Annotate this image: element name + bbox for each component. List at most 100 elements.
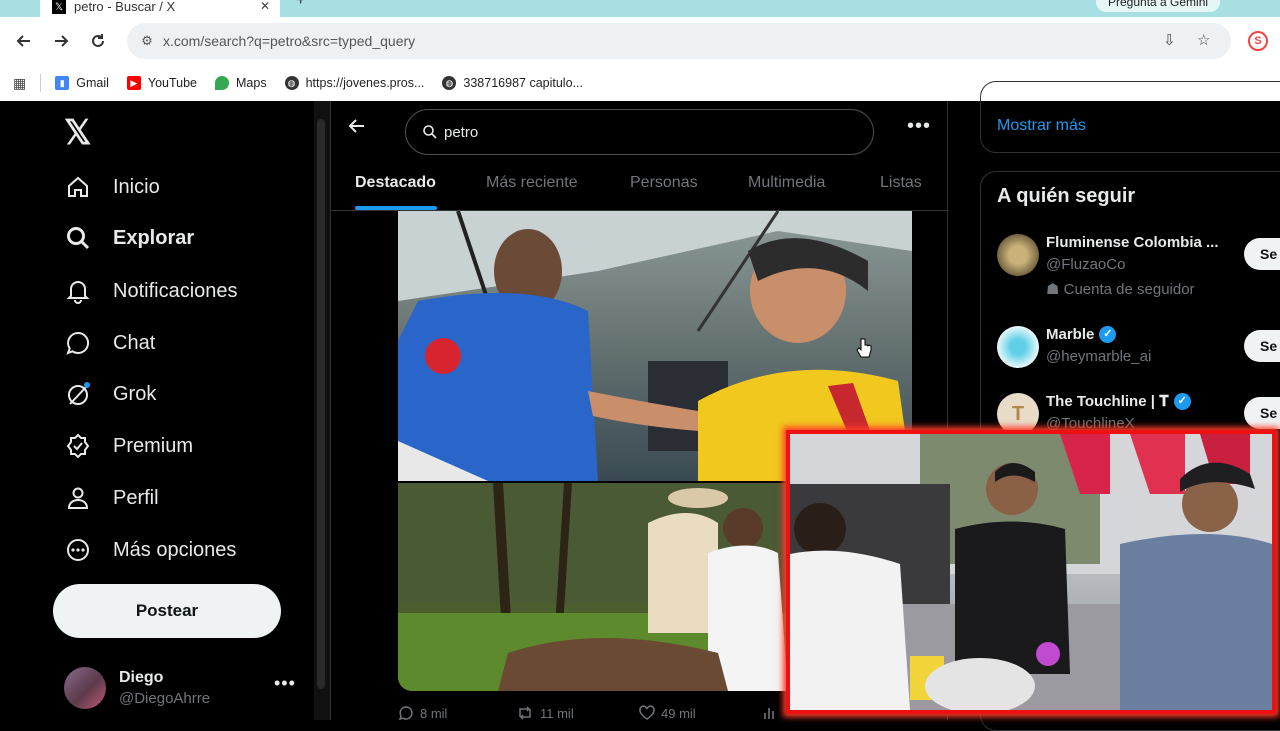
gmail-icon: ▮ [55,76,70,90]
back-icon[interactable] [12,29,36,53]
reply-icon [398,706,413,721]
bookmarks-divider [40,74,42,92]
nav-item-perfil[interactable]: Perfil [64,478,159,518]
webcam-feed [790,434,1272,710]
post-button-label: Postear [135,601,199,620]
bookmark-label: YouTube [147,76,198,90]
reload-icon[interactable] [86,29,110,53]
views-icon [764,708,774,719]
webcam-overlay [786,430,1276,714]
bookmark-maps[interactable]: Maps [215,76,267,90]
fan-account-icon: ☗ [1046,281,1064,298]
tab-close-icon[interactable]: ✕ [260,0,270,13]
account-name: The Touchline | 𝐓 [1046,393,1169,410]
follow-button[interactable]: Se [1244,238,1280,270]
repost-button[interactable]: 11 mil [516,705,574,721]
search-input[interactable]: petro [405,109,874,155]
tab-mas-reciente[interactable]: Más reciente [486,174,578,192]
account-switcher[interactable]: Diego @DiegoAhrre ••• [64,667,304,711]
gemini-button[interactable]: Pregunta a Gemini [1096,0,1221,12]
nav-item-explorar[interactable]: Explorar [64,218,194,258]
tab-multimedia[interactable]: Multimedia [748,174,825,192]
search-query: petro [444,123,479,141]
bookmark-label: https://jovenes.pros... [305,76,425,90]
account-name-row: The Touchline | 𝐓 ✓ [1046,393,1191,410]
search-more-icon[interactable]: ••• [907,115,931,138]
who-to-follow-title: A quién seguir [997,185,1136,207]
like-button[interactable]: 49 mil [639,705,696,721]
address-bar[interactable]: ⚙ x.com/search?q=petro&src=typed_query ⇩… [127,23,1231,59]
bookmark-label: Maps [236,76,267,90]
forward-icon[interactable] [49,29,73,53]
account-handle: @FluzaoCo [1046,256,1126,273]
nav-item-notificaciones[interactable]: Notificaciones [64,271,238,311]
tab-listas[interactable]: Listas [880,174,922,192]
account-note-text: Cuenta de seguidor [1063,281,1195,298]
youtube-icon: ▶ [126,76,141,90]
site-info-icon[interactable]: ⚙ [137,33,157,49]
nav-item-premium[interactable]: Premium [64,426,193,466]
bookmark-label: 338716987 capitulo... [463,76,583,90]
extension-icon[interactable]: S [1248,31,1268,51]
new-tab-icon[interactable]: + [296,0,305,10]
globe-icon: ◍ [284,76,299,90]
verified-badge-icon: ✓ [1099,326,1117,343]
avatar [997,234,1039,276]
browser-tabstrip: 𝕏 petro - Buscar / X ✕ + Pregunta a Gemi… [0,0,1280,17]
active-tab-indicator [355,206,437,210]
account-handle: @heymarble_ai [1046,348,1152,365]
nav-item-chat[interactable]: Chat [64,323,155,363]
browser-tab[interactable]: 𝕏 petro - Buscar / X ✕ [40,0,280,17]
account-name: Fluminense Colombia ... [1046,234,1219,251]
search-icon [64,224,92,252]
nav-label: Chat [113,331,156,354]
nav-item-grok[interactable]: Grok [64,374,156,414]
follow-button[interactable]: Se [1244,330,1280,362]
nav-item-inicio[interactable]: Inicio [64,167,160,207]
user-handle: @DiegoAhrre [119,690,211,707]
bookmark-jovenes[interactable]: ◍ https://jovenes.pros... [284,76,425,90]
nav-label: Perfil [113,486,159,509]
views-button[interactable] [762,705,784,721]
apps-grid-icon[interactable]: ▦ [13,75,26,92]
repost-count: 11 mil [540,705,574,721]
nav-label: Más opciones [113,538,237,561]
back-arrow-icon[interactable] [348,117,366,141]
bookmark-youtube[interactable]: ▶ YouTube [126,76,198,90]
post-button[interactable]: Postear [53,584,281,638]
reply-button[interactable]: 8 mil [398,705,447,721]
bookmark-capitulo[interactable]: ◍ 338716987 capitulo... [442,76,583,90]
bookmark-gmail[interactable]: ▮ Gmail [55,76,109,90]
x-favicon-icon: 𝕏 [52,0,66,14]
nav-item-mas-opciones[interactable]: Más opciones [64,530,236,570]
globe-icon: ◍ [442,76,457,90]
bell-icon [64,277,92,305]
home-icon [64,173,92,201]
tab-personas[interactable]: Personas [630,174,698,192]
reply-count: 8 mil [420,705,448,721]
search-small-icon [423,125,437,139]
scrollbar-thumb[interactable] [317,119,325,689]
profile-icon [64,484,92,512]
nav-label: Inicio [113,175,160,198]
x-logo-icon[interactable]: 𝕏 [64,113,91,153]
install-app-icon[interactable]: ⇩ [1163,31,1176,49]
repost-icon [519,706,531,720]
bookmark-star-icon[interactable]: ☆ [1197,31,1210,49]
mouse-cursor-icon [856,338,872,365]
account-name-row: Marble ✓ [1046,326,1117,343]
follow-button[interactable]: Se [1244,397,1280,429]
premium-icon [64,432,92,460]
avatar [64,667,106,709]
follow-label: Se [1260,246,1278,262]
account-more-icon[interactable]: ••• [274,673,296,694]
bookmark-label: Gmail [76,76,109,90]
tab-destacado[interactable]: Destacado [355,174,436,192]
nav-label: Explorar [113,226,195,249]
left-navigation: 𝕏 Inicio Explorar Notificaciones Chat Gr… [0,101,330,720]
account-note: ☗ Cuenta de seguidor [1046,280,1195,298]
show-more-link[interactable]: Mostrar más [997,117,1086,135]
url-text: x.com/search?q=petro&src=typed_query [163,33,416,49]
account-name: Marble [1046,326,1095,343]
chat-icon [64,329,92,357]
